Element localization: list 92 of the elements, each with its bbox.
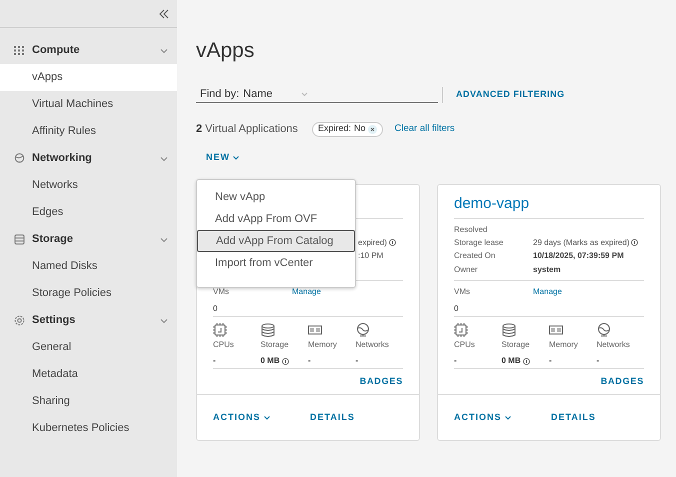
- nav-item[interactable]: Kubernetes Policies: [0, 415, 177, 442]
- section-header[interactable]: Compute: [0, 37, 177, 64]
- chip-icon: [454, 323, 468, 337]
- field-label: Find by:: [200, 86, 240, 102]
- info-icon[interactable]: [388, 239, 396, 246]
- resource-label: CPUs: [454, 339, 476, 351]
- resource-label: Memory: [549, 339, 579, 351]
- resource-label: Storage: [260, 339, 290, 351]
- new-button[interactable]: NEW: [196, 151, 249, 165]
- vms-label: VMs: [213, 286, 230, 298]
- status-text: Resolved: [454, 224, 488, 236]
- info-icon[interactable]: [522, 358, 530, 364]
- details-button[interactable]: DETAILS: [551, 410, 596, 424]
- advanced-filtering-link[interactable]: ADVANCED FILTERING: [456, 88, 565, 102]
- badges-link[interactable]: BADGES: [600, 374, 644, 388]
- chevron-icon: [160, 236, 168, 242]
- field-value: :10 PM: [358, 250, 384, 262]
- section-header[interactable]: Networking: [0, 145, 177, 172]
- info-icon[interactable]: [282, 358, 289, 364]
- chip-icon: [213, 323, 227, 337]
- vms-count: 0: [454, 303, 460, 315]
- menu-item[interactable]: New vApp: [197, 186, 355, 208]
- grid-icon: [14, 46, 25, 55]
- menu-item[interactable]: Add vApp From Catalog: [197, 230, 355, 252]
- resource-value: -: [213, 355, 216, 367]
- actions-button[interactable]: ACTIONS: [213, 410, 310, 424]
- resource-value: -: [308, 355, 311, 367]
- database-icon: [14, 234, 25, 245]
- details-button[interactable]: DETAILS: [310, 410, 355, 424]
- database-icon: [502, 323, 516, 337]
- resource-value: 0 MB: [260, 355, 280, 367]
- info-icon[interactable]: [631, 239, 638, 246]
- field-value: 29 days (Marks as expired): [533, 236, 630, 249]
- section-header[interactable]: Settings: [0, 307, 177, 334]
- nav-item[interactable]: Virtual Machines: [0, 91, 177, 118]
- chevron-icon: [301, 92, 308, 96]
- vms-label: VMs: [454, 286, 471, 298]
- field-label: Owner: [454, 264, 479, 276]
- nav-item[interactable]: Networks: [0, 172, 177, 199]
- field-value: system: [533, 264, 561, 276]
- database-icon: [260, 323, 274, 337]
- globe-icon: [14, 153, 25, 164]
- memory-icon: [308, 323, 322, 337]
- chevron-icon: [233, 156, 239, 160]
- nav-item[interactable]: Edges: [0, 199, 177, 226]
- find-by-field[interactable]: Find by: Name: [196, 86, 438, 103]
- chevron-icon: [160, 318, 168, 324]
- close-icon[interactable]: [368, 124, 378, 134]
- nav-item[interactable]: Named Disks: [0, 253, 177, 280]
- clear-filters-link[interactable]: Clear all filters: [394, 122, 455, 136]
- vms-count: 0: [213, 303, 218, 315]
- resource-label: Networks: [596, 339, 631, 351]
- nav-item[interactable]: Storage Policies: [0, 280, 177, 307]
- field-value: 10/18/2025, 07:39:59 PM: [533, 250, 624, 262]
- nav-item[interactable]: vApps: [0, 64, 177, 91]
- card-title[interactable]: demo-vapp: [454, 195, 530, 213]
- manage-link[interactable]: Manage: [533, 286, 562, 299]
- section-header[interactable]: Storage: [0, 226, 177, 253]
- resource-value: -: [356, 355, 358, 367]
- nav-item[interactable]: Metadata: [0, 361, 177, 388]
- field-label: Storage lease: [454, 236, 504, 249]
- resource-label: CPUs: [213, 339, 235, 351]
- page-title: vApps: [196, 40, 256, 64]
- manage-link[interactable]: Manage: [292, 286, 321, 299]
- chevron-icon: [264, 416, 270, 420]
- badges-link[interactable]: BADGES: [360, 374, 403, 388]
- filter-chip[interactable]: Expired: No: [312, 122, 384, 136]
- resource-label: Memory: [308, 339, 338, 351]
- resource-label: Networks: [356, 339, 390, 351]
- resource-value: -: [454, 355, 457, 367]
- chevron-icon: [504, 416, 510, 420]
- nav-item[interactable]: General: [0, 334, 177, 361]
- globe-icon: [596, 323, 610, 337]
- resource-value: -: [549, 355, 552, 367]
- field-value: expired): [358, 236, 387, 249]
- memory-icon: [549, 323, 563, 337]
- actions-button[interactable]: ACTIONS: [454, 410, 551, 424]
- resource-value: -: [596, 355, 600, 367]
- chevron-icon: [160, 48, 168, 54]
- result-count: 2 Virtual Applications: [196, 122, 298, 137]
- chevron-icon: [160, 156, 168, 162]
- field-label: Created On: [454, 250, 496, 262]
- nav-item[interactable]: Sharing: [0, 388, 177, 415]
- collapse-icon[interactable]: [159, 8, 169, 18]
- globe-icon: [356, 323, 370, 337]
- resource-label: Storage: [502, 339, 531, 351]
- field-value: Name: [243, 86, 274, 102]
- settings-icon: [14, 315, 25, 326]
- menu-item[interactable]: Import from vCenter: [197, 252, 355, 274]
- menu-item[interactable]: Add vApp From OVF: [197, 208, 355, 230]
- nav-item[interactable]: Affinity Rules: [0, 118, 177, 145]
- resource-value: 0 MB: [502, 355, 521, 367]
